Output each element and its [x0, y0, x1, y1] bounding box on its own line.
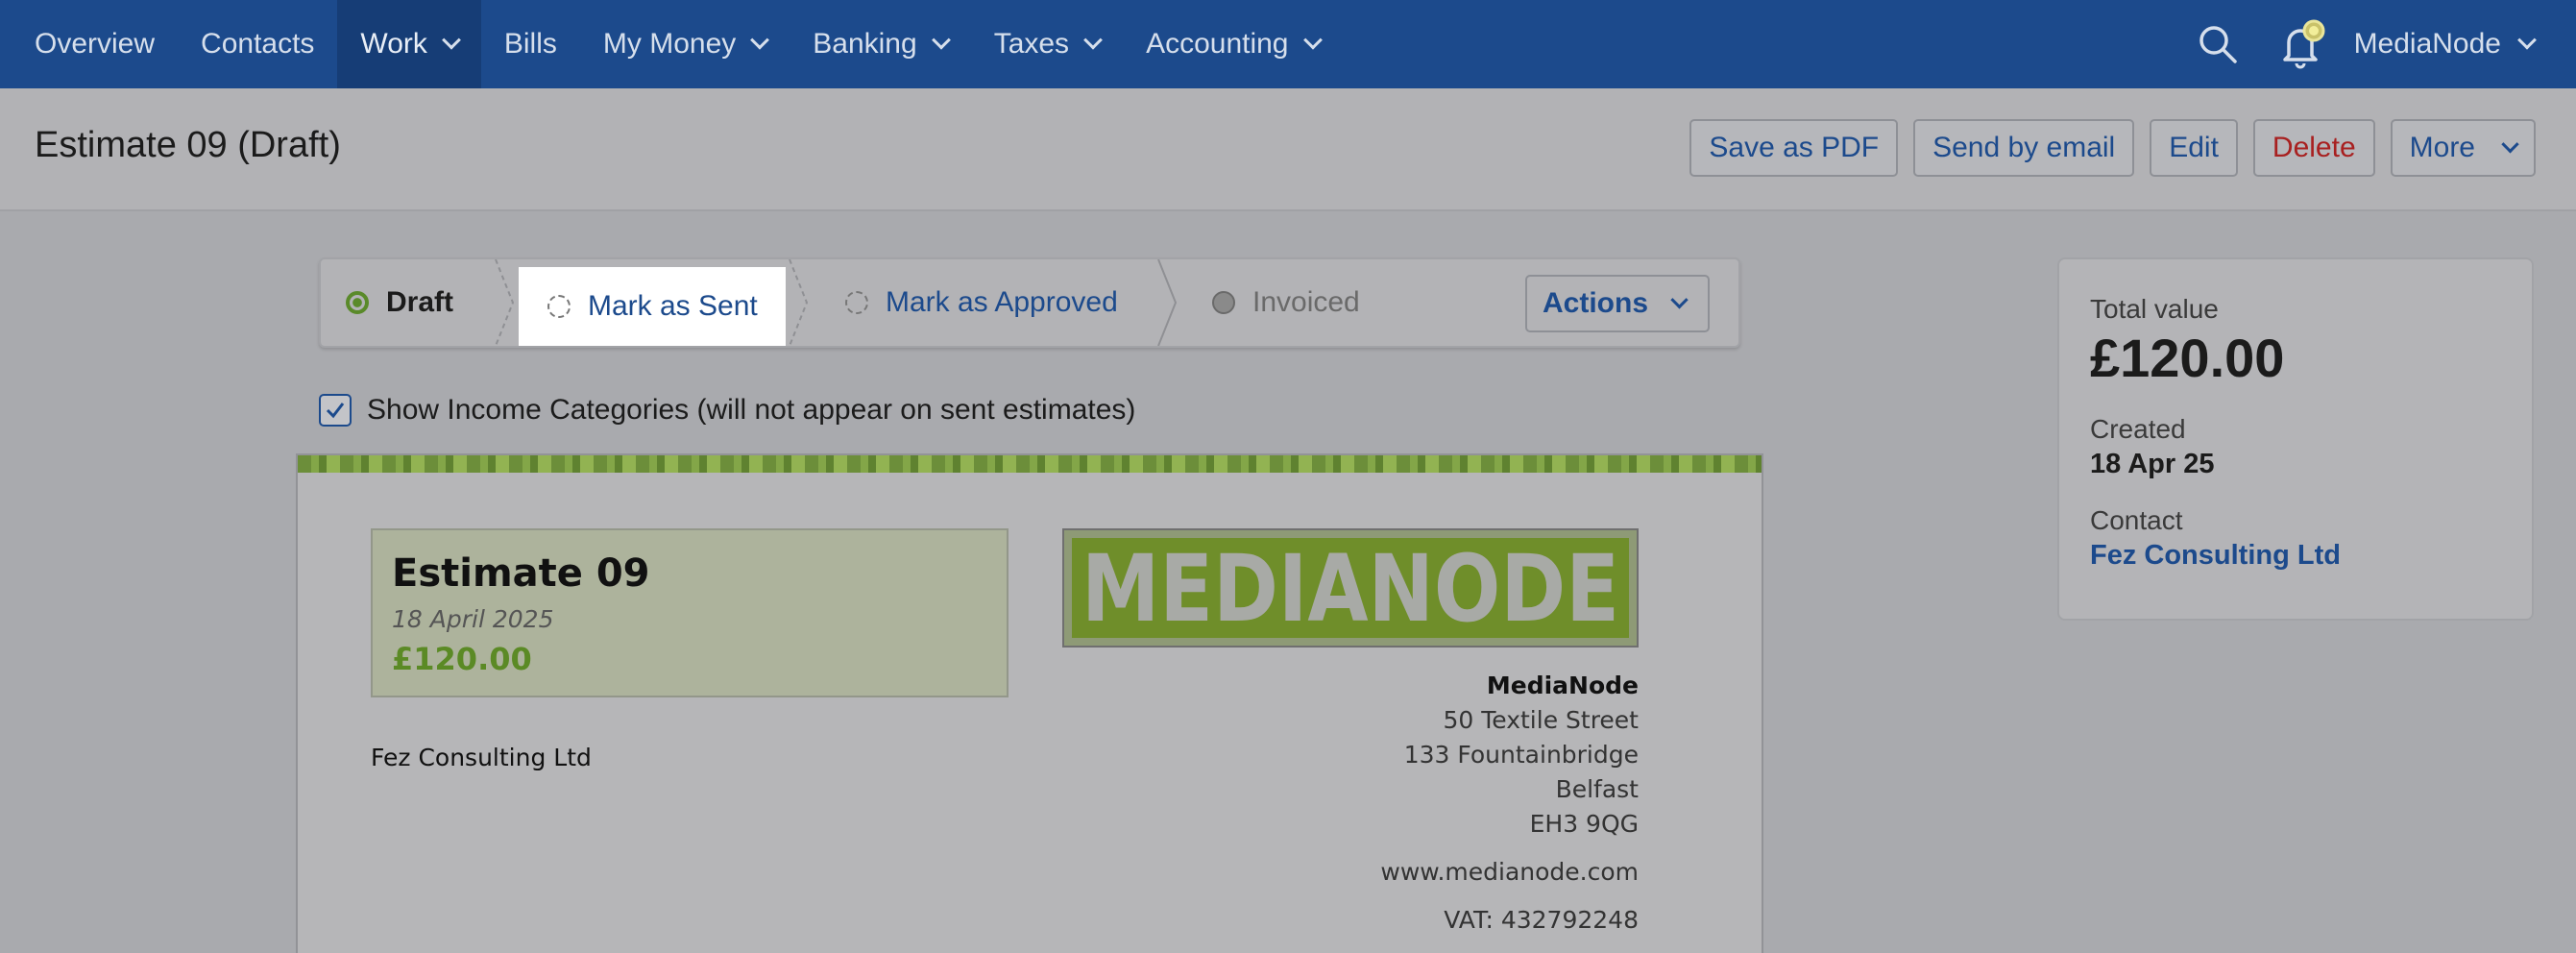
created-date: 18 Apr 25 [2090, 449, 2215, 479]
nav-overview[interactable]: Overview [0, 0, 178, 88]
nav-banking-label: Banking [813, 28, 917, 60]
chevron-down-icon [1670, 290, 1689, 308]
step-draft-label: Draft [386, 286, 454, 318]
address-postcode: EH3 9QG [1529, 810, 1639, 838]
chevron-down-icon [1083, 30, 1103, 50]
summary-card: Total value £120.00 Created 18 Apr 25 Co… [2057, 257, 2534, 621]
nav-my-money-label: My Money [602, 28, 737, 60]
nav-accounting-label: Accounting [1146, 28, 1289, 60]
actions-dropdown[interactable]: Actions [1525, 275, 1710, 332]
actions-label: Actions [1543, 287, 1649, 319]
step-separator-icon [789, 259, 809, 346]
delete-button[interactable]: Delete [2252, 119, 2375, 177]
more-button[interactable]: More [2390, 119, 2536, 177]
company-address: MediaNode 50 Textile Street 133 Fountain… [1380, 669, 1639, 938]
radio-empty-icon [547, 295, 571, 318]
estimate-date: 18 April 2025 [392, 605, 554, 633]
bell-icon[interactable] [2273, 0, 2331, 88]
company-logo: MEDIANODE [1062, 528, 1639, 648]
nav-work-label: Work [360, 28, 427, 60]
company-website: www.medianode.com [1380, 858, 1639, 886]
step-draft: Draft [346, 259, 453, 346]
nav-taxes-label: Taxes [993, 28, 1070, 60]
step-separator-icon [1157, 259, 1178, 346]
income-categories-toggle[interactable]: Show Income Categories (will not appear … [319, 394, 1135, 427]
org-switcher[interactable]: MediaNode [2331, 28, 2576, 61]
step-invoiced-label: Invoiced [1252, 286, 1360, 318]
nav-taxes[interactable]: Taxes [971, 0, 1123, 88]
nav-work[interactable]: Work [337, 0, 481, 88]
estimate-title: Estimate 09 [392, 551, 650, 596]
chevron-down-icon [441, 30, 461, 50]
header-actions: Save as PDF Send by email Edit Delete Mo… [1689, 119, 2536, 177]
edit-button[interactable]: Edit [2150, 119, 2238, 177]
created-label: Created [2090, 414, 2186, 444]
chevron-down-icon [931, 30, 951, 50]
mark-as-sent-button[interactable]: Mark as Sent [519, 267, 786, 346]
nav-right: MediaNode [2189, 0, 2576, 88]
contact-label: Contact [2090, 505, 2183, 535]
nav-my-money[interactable]: My Money [580, 0, 790, 88]
more-label: More [2409, 132, 2475, 163]
company-vat: VAT: 432792248 [1444, 906, 1639, 934]
top-nav: Overview Contacts Work Bills My Money Ba… [0, 0, 2576, 88]
page-title: Estimate 09 (Draft) [35, 125, 341, 165]
mark-as-approved-label: Mark as Approved [886, 286, 1118, 318]
chevron-down-icon [2517, 30, 2537, 50]
chevron-down-icon [1302, 30, 1323, 50]
search-icon[interactable] [2189, 0, 2247, 88]
address-street: 50 Textile Street [1443, 706, 1639, 734]
document-header-band [298, 455, 1762, 473]
radio-disabled-icon [1212, 291, 1235, 314]
income-categories-label: Show Income Categories (will not appear … [367, 394, 1136, 426]
status-stepper: Draft Mark as Sent Mark as Approved Invo… [319, 257, 1740, 348]
send-email-button[interactable]: Send by email [1913, 119, 2135, 177]
checkbox[interactable] [319, 394, 352, 427]
medianode-logo: MEDIANODE [1072, 535, 1629, 643]
nav-bills[interactable]: Bills [481, 0, 580, 88]
estimate-document: Estimate 09 18 April 2025 £120.00 Fez Co… [296, 453, 1763, 953]
contact-link[interactable]: Fez Consulting Ltd [2090, 540, 2501, 572]
step-invoiced: Invoiced [1212, 259, 1360, 346]
check-icon [326, 403, 345, 419]
total-value: £120.00 [2090, 328, 2285, 388]
page-header: Estimate 09 (Draft) Save as PDF Send by … [0, 88, 2576, 211]
nav-contacts[interactable]: Contacts [178, 0, 337, 88]
company-name: MediaNode [1486, 672, 1639, 699]
logo-text: MEDIANODE [1081, 538, 1619, 638]
radio-selected-icon [346, 291, 369, 314]
radio-empty-icon [845, 291, 868, 314]
total-value-label: Total value [2090, 294, 2219, 324]
estimate-amount: £120.00 [392, 641, 532, 677]
nav-accounting[interactable]: Accounting [1123, 0, 1342, 88]
mark-as-approved-button[interactable]: Mark as Approved [845, 259, 1118, 346]
chevron-down-icon [750, 30, 770, 50]
mark-as-sent-label: Mark as Sent [588, 290, 758, 322]
save-pdf-button[interactable]: Save as PDF [1689, 119, 1899, 177]
nav-banking[interactable]: Banking [790, 0, 970, 88]
address-city: Belfast [1555, 775, 1639, 803]
org-name: MediaNode [2353, 28, 2501, 60]
estimate-summary-box: Estimate 09 18 April 2025 £120.00 [371, 528, 1009, 697]
client-name: Fez Consulting Ltd [371, 744, 592, 771]
address-line2: 133 Fountainbridge [1403, 741, 1639, 769]
chevron-down-icon [2501, 134, 2519, 153]
step-separator-icon [495, 259, 515, 346]
